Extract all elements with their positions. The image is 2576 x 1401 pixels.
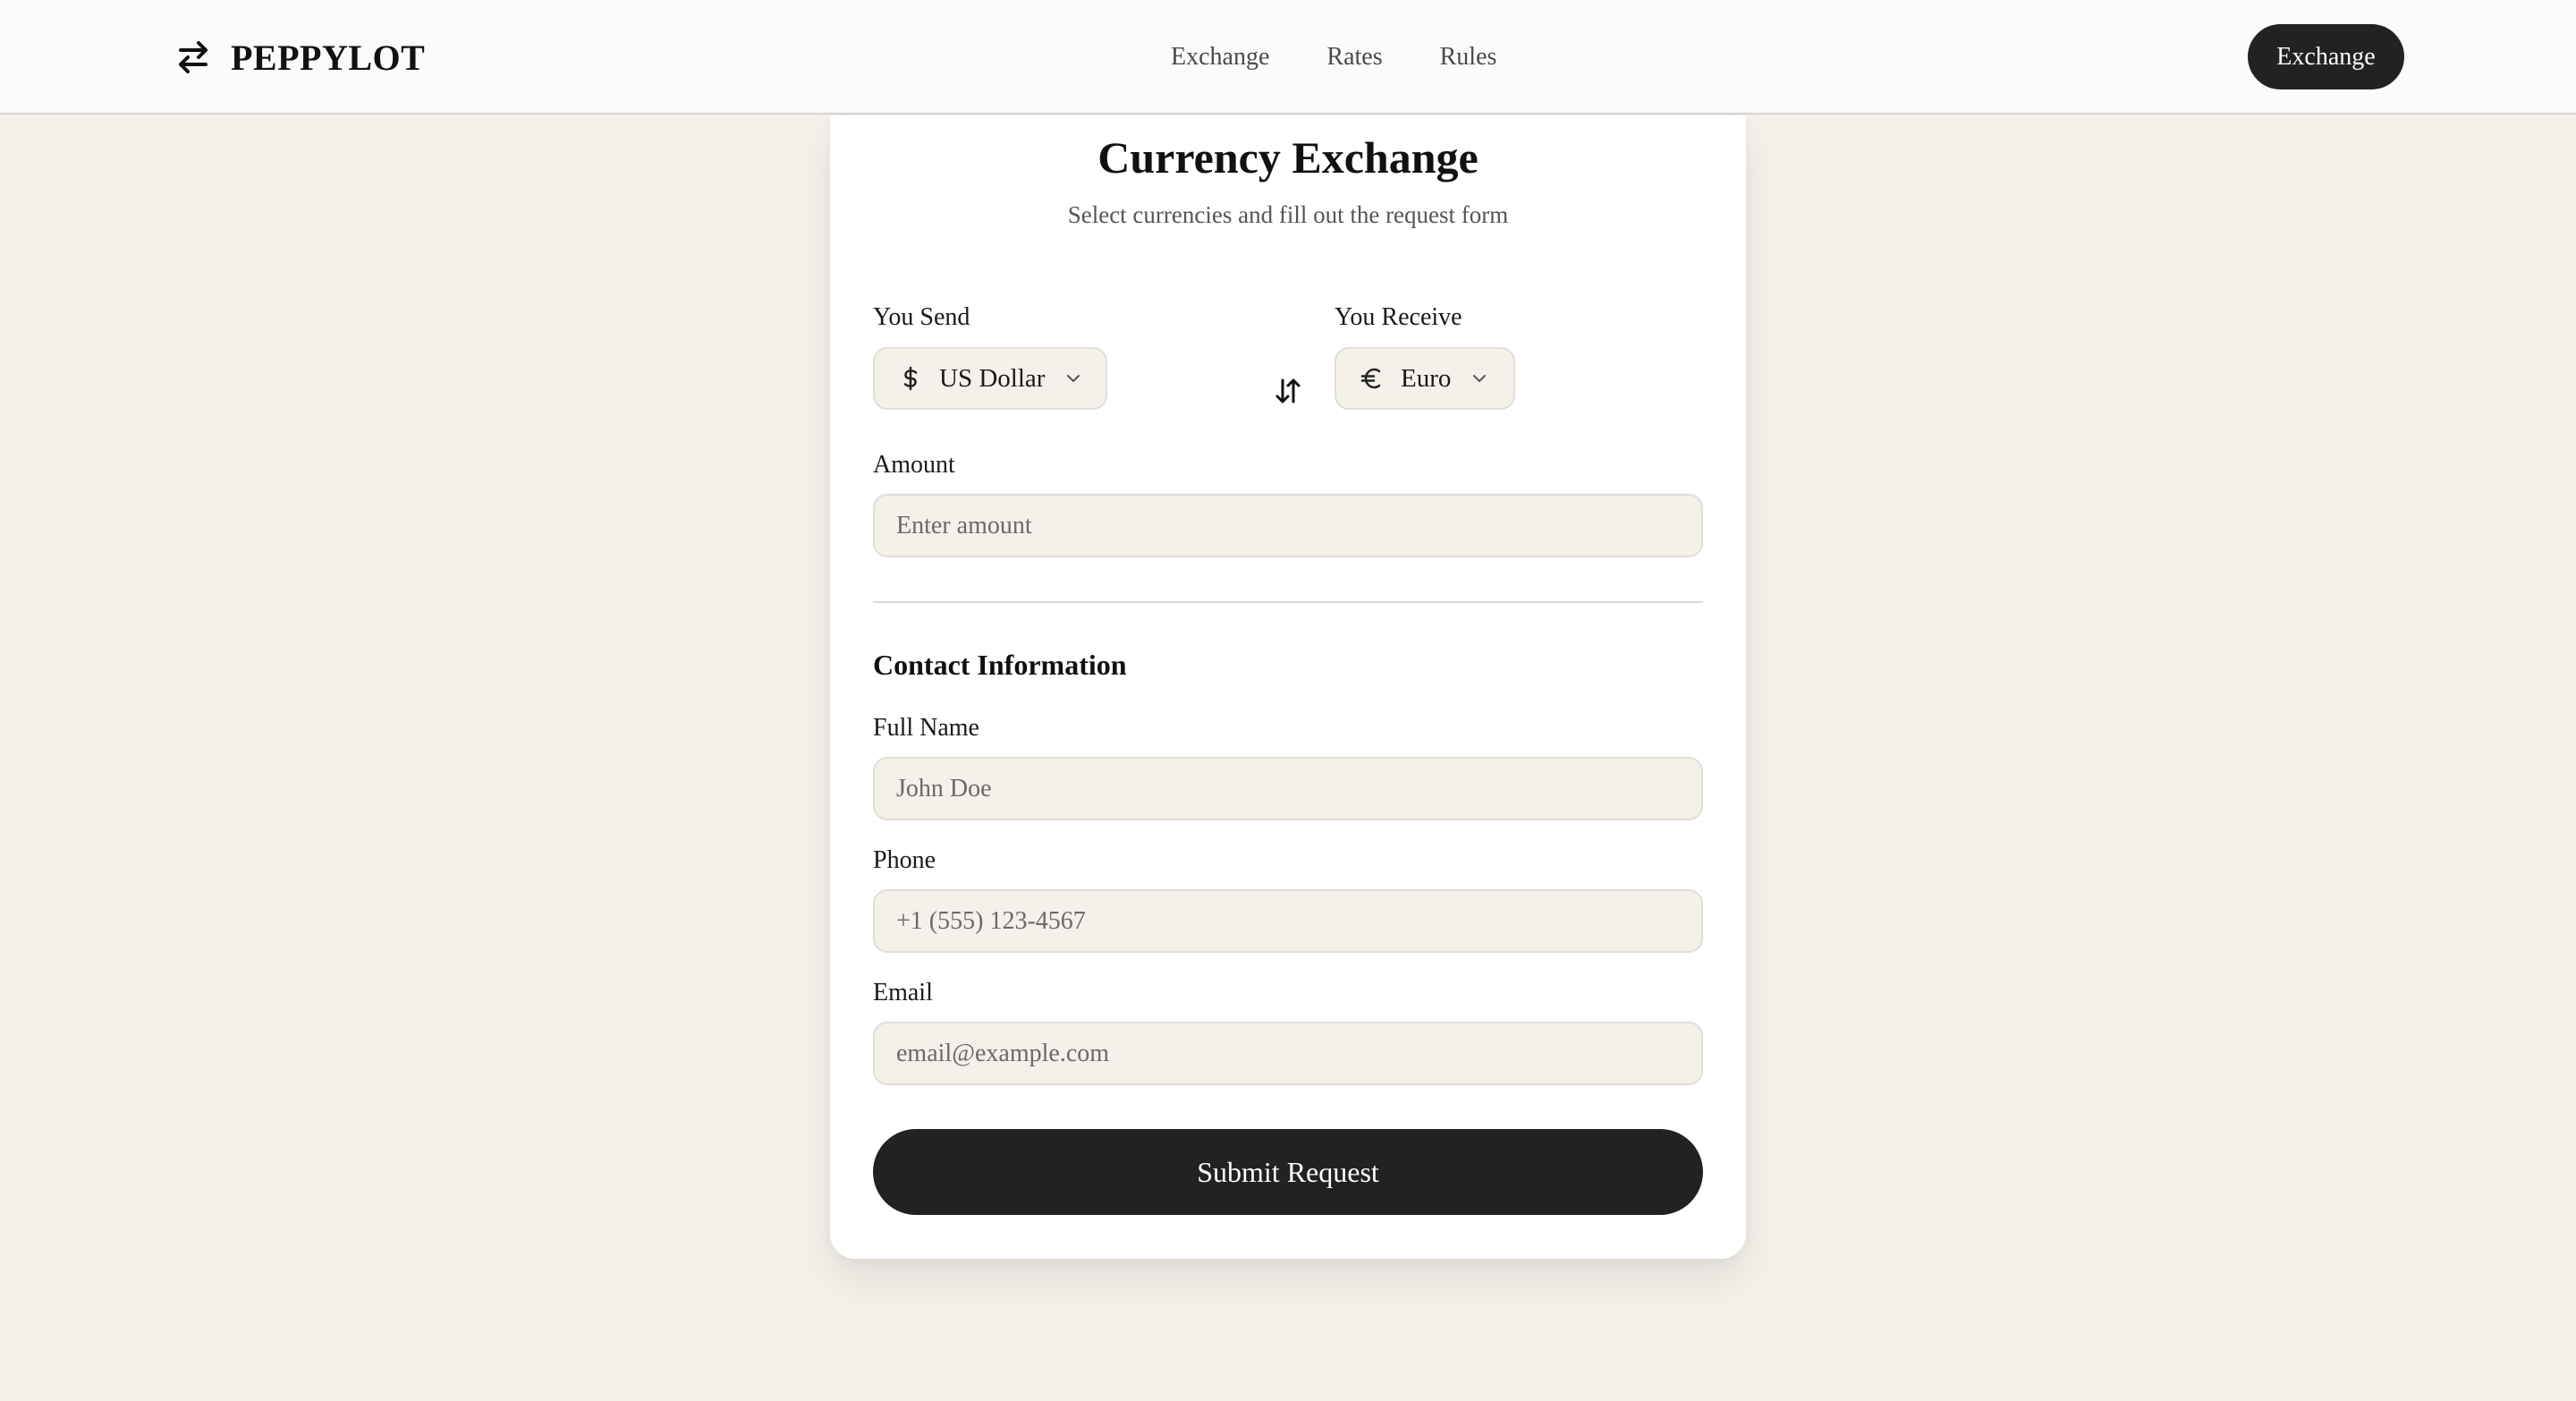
nav-link-exchange[interactable]: Exchange xyxy=(1171,43,1269,72)
top-navbar: PEPPYLOT Exchange Rates Rules Exchange xyxy=(0,0,2576,115)
full-name-input[interactable] xyxy=(873,757,1703,820)
receive-currency-select[interactable]: Euro xyxy=(1335,347,1515,410)
send-currency-value: US Dollar xyxy=(939,363,1046,393)
header-exchange-button[interactable]: Exchange xyxy=(2248,24,2404,89)
receive-label: You Receive xyxy=(1335,303,1462,331)
chevron-down-icon xyxy=(1473,375,1487,382)
send-label: You Send xyxy=(873,303,970,331)
swap-vertical-icon[interactable] xyxy=(1274,377,1302,405)
send-currency-select[interactable]: US Dollar xyxy=(873,347,1107,410)
exchange-form-card: Currency Exchange Select currencies and … xyxy=(830,115,1746,1259)
nav-link-rules[interactable]: Rules xyxy=(1440,43,1497,72)
brand-logo[interactable]: PEPPYLOT xyxy=(175,32,425,82)
receive-currency-value: Euro xyxy=(1401,363,1452,393)
dollar-icon xyxy=(898,366,923,391)
phone-label: Phone xyxy=(873,846,936,874)
submit-request-button[interactable]: Submit Request xyxy=(873,1129,1703,1215)
phone-input[interactable] xyxy=(873,889,1703,953)
euro-icon xyxy=(1360,366,1385,391)
brand-name: PEPPYLOT xyxy=(231,37,426,78)
page-subtitle: Select currencies and fill out the reque… xyxy=(1067,201,1509,228)
email-input[interactable] xyxy=(873,1022,1703,1085)
swap-arrows-icon xyxy=(179,41,208,73)
nav-link-rates[interactable]: Rates xyxy=(1326,43,1382,72)
contact-section-title: Contact Information xyxy=(873,649,1127,681)
email-label: Email xyxy=(873,979,933,1006)
main-nav: Exchange Rates Rules xyxy=(1171,36,1496,79)
chevron-down-icon xyxy=(1067,375,1080,382)
page-title: Currency Exchange xyxy=(1097,132,1479,183)
amount-label: Amount xyxy=(873,451,955,479)
full-name-label: Full Name xyxy=(873,714,979,742)
amount-input[interactable] xyxy=(873,494,1703,557)
divider xyxy=(873,601,1703,603)
